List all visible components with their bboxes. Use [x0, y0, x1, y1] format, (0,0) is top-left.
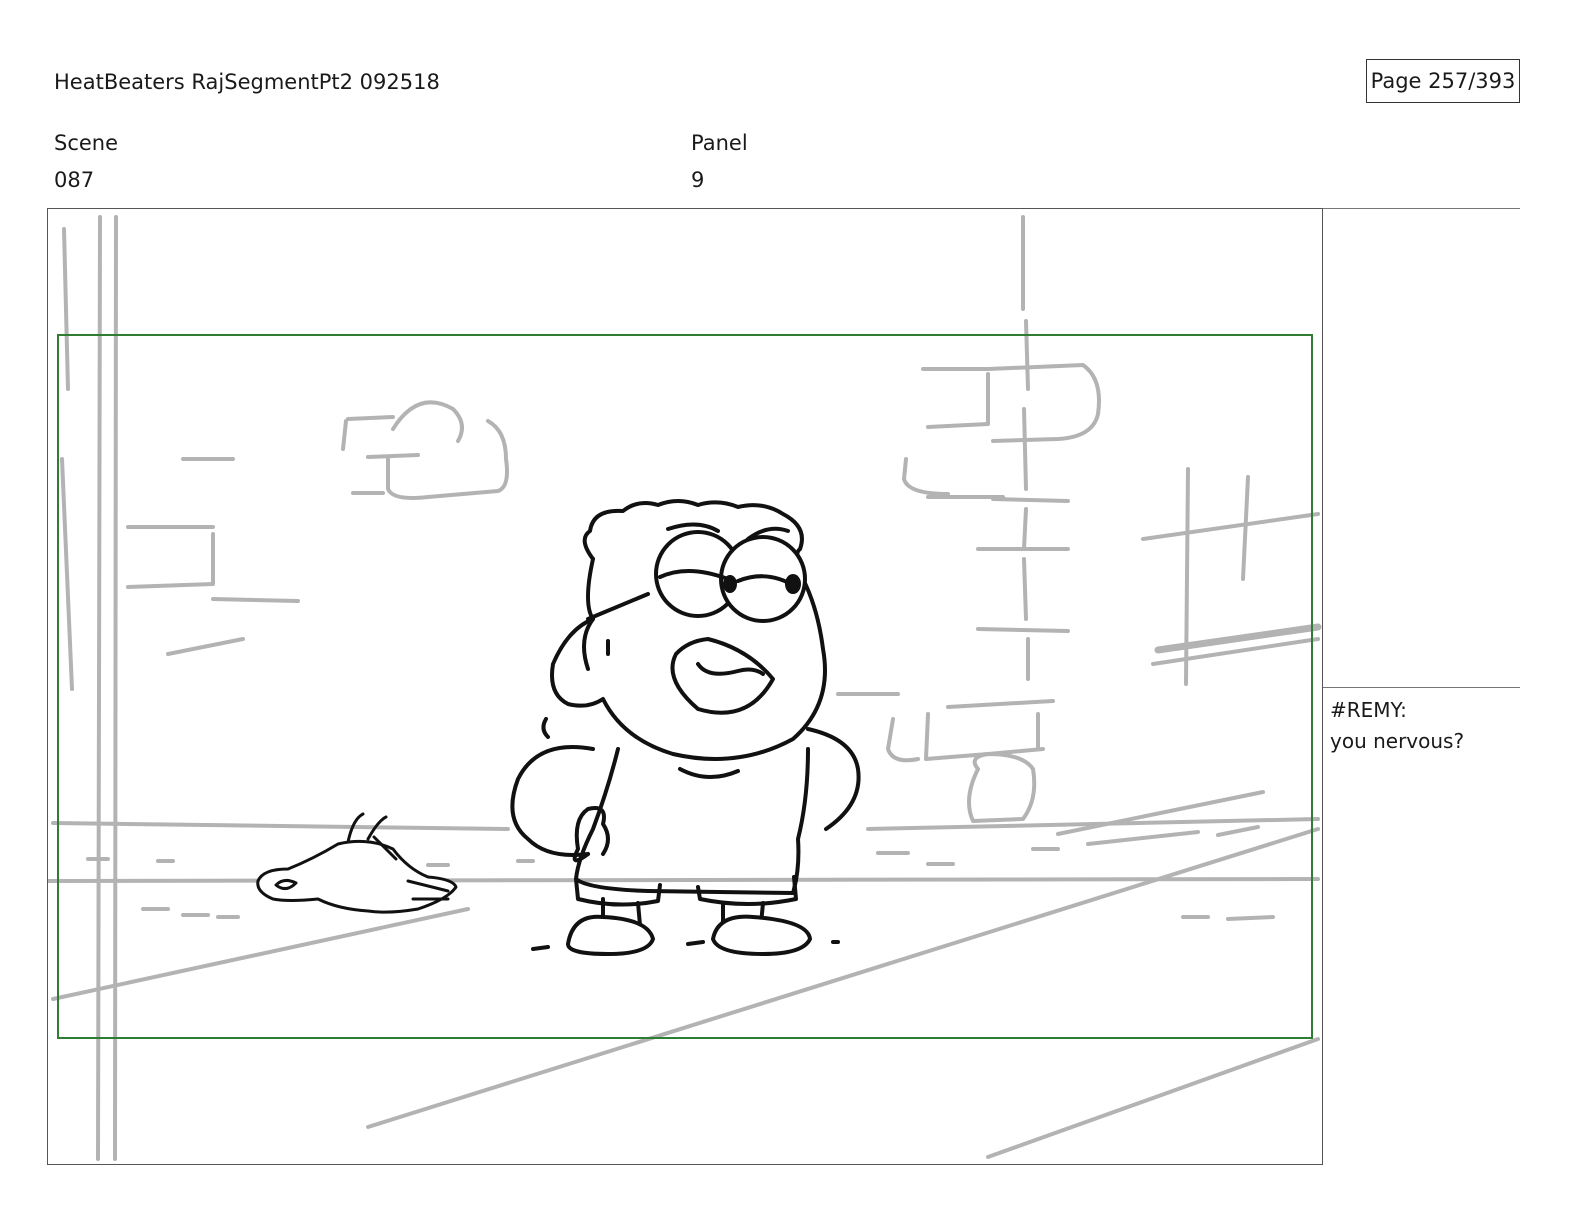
- page-counter: Page 257/393: [1366, 59, 1520, 103]
- scene-number: 087: [54, 168, 95, 192]
- panel-number: 9: [691, 168, 705, 192]
- panel-label: Panel: [691, 131, 748, 155]
- scene-label: Scene: [54, 131, 119, 155]
- document-title: HeatBeaters RajSegmentPt2 092518: [54, 70, 440, 94]
- dialogue-speaker: #REMY:: [1330, 698, 1407, 722]
- dialogue-line: you nervous?: [1330, 729, 1465, 753]
- header-divider: [1323, 208, 1520, 209]
- dialogue-divider: [1323, 687, 1520, 688]
- panel-drawing: [48, 215, 1322, 1161]
- remy-character: [510, 499, 861, 956]
- storyboard-panel: [47, 208, 1323, 1165]
